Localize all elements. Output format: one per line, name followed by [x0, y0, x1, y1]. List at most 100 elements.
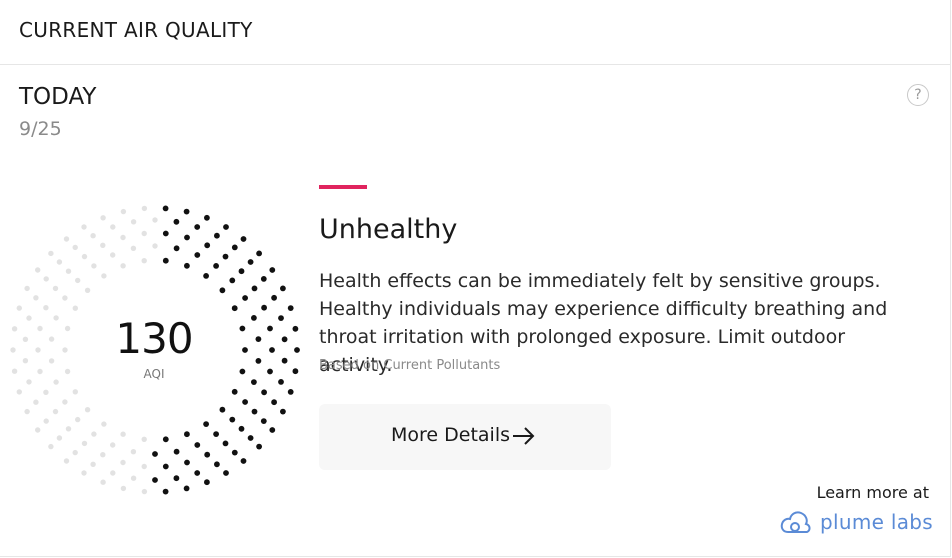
aqi-dot-inactive — [152, 217, 158, 223]
aqi-dot-active — [251, 408, 258, 415]
aqi-dot-inactive — [24, 285, 30, 292]
aqi-dot-active — [292, 325, 299, 332]
aqi-dot-inactive — [81, 440, 88, 447]
aqi-dot-inactive — [100, 242, 106, 248]
aqi-unit-label: AQI — [143, 367, 165, 381]
arrow-right-icon — [513, 427, 535, 445]
aqi-dot-inactive — [16, 305, 22, 311]
aqi-dot-inactive — [120, 485, 127, 492]
aqi-dot-inactive — [100, 215, 106, 221]
aqi-dot-active — [278, 315, 284, 321]
aqi-dot-inactive — [56, 435, 63, 441]
aqi-dot-active — [271, 294, 277, 301]
aqi-dot-inactive — [141, 436, 147, 442]
aqi-dot-active — [269, 347, 275, 353]
aqi-dot-inactive — [53, 379, 59, 385]
aqi-dot-inactive — [56, 259, 63, 265]
aqi-dot-inactive — [72, 389, 78, 395]
aqi-dot-active — [183, 485, 190, 492]
aqi-dot-active — [281, 336, 288, 343]
aqi-dot-inactive — [37, 368, 43, 375]
aqi-dot-inactive — [64, 368, 71, 375]
aqi-dot-active — [255, 358, 262, 364]
aqi-dot-active — [271, 399, 277, 406]
aqi-dot-inactive — [81, 253, 88, 260]
aqi-dot-active — [240, 236, 247, 242]
aqi-dot-inactive — [37, 325, 43, 332]
status-title: Unhealthy — [319, 214, 458, 245]
aqi-dot-active — [223, 470, 229, 476]
aqi-dot-inactive — [62, 399, 68, 405]
aqi-dot-active — [214, 461, 220, 468]
aqi-dot-active — [173, 245, 180, 252]
cloud-icon — [780, 511, 811, 533]
aqi-dot-active — [173, 448, 180, 455]
aqi-dot-inactive — [10, 347, 16, 353]
aqi-dot-active — [247, 259, 254, 265]
aqi-dot-active — [162, 488, 169, 495]
aqi-dot-inactive — [130, 245, 137, 251]
aqi-dot-active — [173, 475, 180, 482]
aqi-dot-inactive — [16, 389, 22, 395]
aqi-dot-active — [222, 440, 229, 447]
aqi-dot-active — [214, 232, 220, 239]
aqi-dot-active — [183, 208, 190, 215]
aqi-dot-inactive — [81, 224, 87, 230]
aqi-dot-inactive — [52, 408, 59, 415]
aqi-dot-inactive — [141, 488, 148, 495]
aqi-dot-inactive — [120, 263, 126, 269]
aqi-dot-inactive — [26, 379, 32, 385]
more-details-button[interactable]: More Details — [319, 404, 611, 470]
aqi-dot-active — [222, 253, 229, 260]
aqi-dot-active — [255, 336, 262, 342]
aqi-dot-active — [162, 257, 169, 264]
aqi-dot-inactive — [63, 458, 70, 464]
aqi-dot-active — [260, 276, 267, 282]
aqi-dot-inactive — [63, 236, 70, 242]
aqi-dot-active — [162, 230, 169, 237]
aqi-dot-active — [280, 285, 286, 292]
aqi-dot-active — [240, 458, 247, 464]
aqi-dot-inactive — [91, 431, 97, 437]
aqi-dot-active — [287, 389, 294, 395]
aqi-dot-inactive — [48, 250, 54, 257]
aqi-dot-inactive — [22, 358, 29, 364]
day-label: TODAY — [19, 84, 97, 110]
aqi-dot-inactive — [141, 205, 148, 212]
aqi-dot-active — [247, 435, 254, 441]
aqi-dot-active — [204, 479, 210, 486]
aqi-dot-active — [287, 305, 294, 311]
aqi-dot-active — [231, 244, 238, 251]
aqi-dot-inactive — [26, 315, 32, 321]
aqi-dot-inactive — [22, 336, 29, 342]
plume-labs-brand: plume labs — [820, 510, 933, 534]
help-button[interactable]: ? — [907, 84, 929, 106]
aqi-dot-inactive — [11, 368, 18, 374]
aqi-dot-inactive — [141, 463, 147, 470]
aqi-dot-active — [260, 418, 267, 424]
aqi-dot-active — [278, 379, 284, 385]
aqi-dot-inactive — [110, 470, 116, 476]
aqi-dot-active — [267, 325, 273, 332]
aqi-dot-active — [184, 262, 190, 269]
aqi-dot-inactive — [53, 315, 59, 321]
aqi-dot-inactive — [100, 479, 106, 485]
air-quality-card: CURRENT AIR QUALITY TODAY 9/25 ? 130 AQI… — [0, 0, 951, 557]
aqi-dot-active — [238, 268, 245, 275]
aqi-dot-inactive — [110, 224, 116, 230]
aqi-dot-inactive — [35, 347, 41, 353]
aqi-dot-active — [184, 234, 190, 241]
aqi-dot-active — [281, 357, 288, 364]
aqi-dot-active — [267, 368, 273, 375]
aqi-dot-inactive — [81, 470, 87, 476]
aqi-dot-active — [261, 304, 267, 311]
status-basis: Based on Current Pollutants — [319, 358, 501, 373]
more-details-label: More Details — [391, 424, 511, 446]
aqi-dot-inactive — [43, 418, 49, 424]
aqi-dot-active — [219, 287, 226, 294]
aqi-dot-inactive — [100, 452, 106, 458]
aqi-dot-active — [194, 470, 201, 476]
aqi-dot-inactive — [90, 233, 96, 239]
aqi-dot-inactive — [90, 461, 96, 467]
aqi-dot-active — [219, 406, 226, 413]
